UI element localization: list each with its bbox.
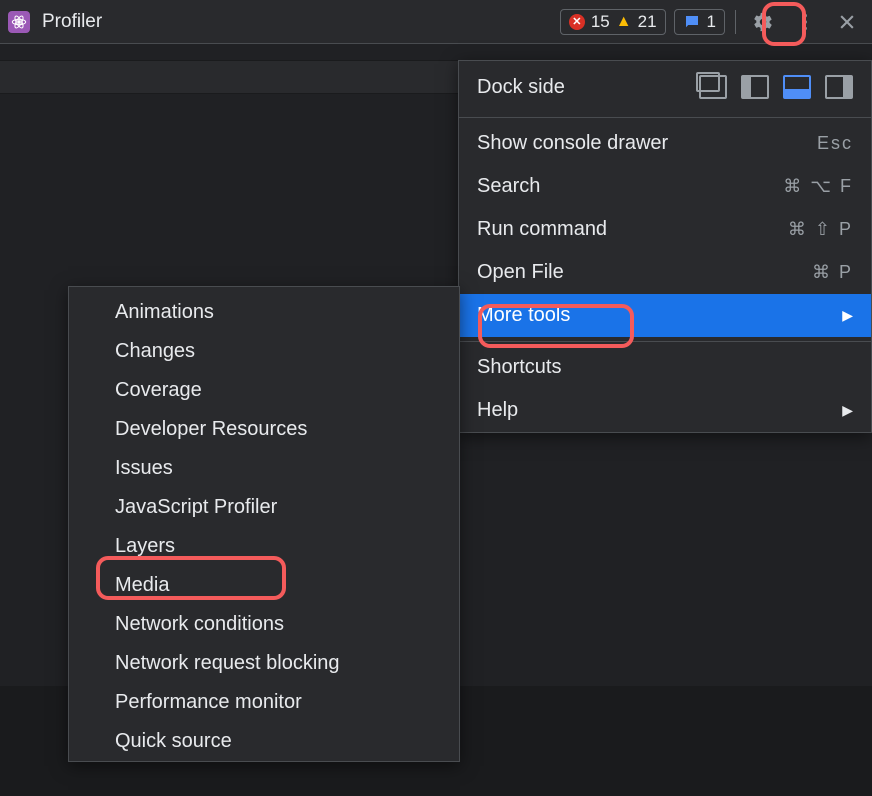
main-menu: Dock side Show console drawer Esc Search… <box>458 60 872 433</box>
menu-item-run-command[interactable]: Run command ⌘ ⇧ P <box>459 208 871 251</box>
submenu-item-network-conditions[interactable]: Network conditions <box>69 605 459 644</box>
message-count: 1 <box>707 12 716 32</box>
submenu-label: Network conditions <box>115 613 284 635</box>
menu-separator <box>459 341 871 342</box>
warning-count: 21 <box>638 12 657 32</box>
active-tab-label[interactable]: Profiler <box>38 11 102 33</box>
submenu-label: Changes <box>115 340 195 362</box>
submenu-item-performance-monitor[interactable]: Performance monitor <box>69 683 459 722</box>
submenu-caret-icon: ▶ <box>842 402 853 419</box>
dock-right-button[interactable] <box>825 75 853 99</box>
warning-icon: ▲ <box>616 13 632 31</box>
menu-separator <box>459 117 871 118</box>
menu-shortcut: ⌘ ⌥ F <box>783 176 853 197</box>
menu-shortcut: ⌘ P <box>812 262 853 283</box>
menu-item-search[interactable]: Search ⌘ ⌥ F <box>459 165 871 208</box>
menu-item-help[interactable]: Help ▶ <box>459 389 871 432</box>
submenu-item-developer-resources[interactable]: Developer Resources <box>69 410 459 449</box>
messages-badge[interactable]: 1 <box>674 9 725 35</box>
submenu-item-javascript-profiler[interactable]: JavaScript Profiler <box>69 488 459 527</box>
settings-button[interactable] <box>746 5 780 39</box>
menu-item-show-console-drawer[interactable]: Show console drawer Esc <box>459 122 871 165</box>
dock-side-row: Dock side <box>459 61 871 113</box>
menu-shortcut: Esc <box>817 133 853 154</box>
submenu-label: Coverage <box>115 379 202 401</box>
submenu-item-layers[interactable]: Layers <box>69 527 459 566</box>
submenu-item-animations[interactable]: Animations <box>69 293 459 332</box>
message-icon <box>683 13 701 31</box>
submenu-item-coverage[interactable]: Coverage <box>69 371 459 410</box>
menu-label: Search <box>477 175 540 198</box>
menu-label: Run command <box>477 218 607 241</box>
menu-item-more-tools[interactable]: More tools ▶ <box>459 294 871 337</box>
submenu-label: Network request blocking <box>115 652 340 674</box>
toolbar-divider <box>735 10 736 34</box>
submenu-label: Issues <box>115 457 173 479</box>
submenu-item-quick-source[interactable]: Quick source <box>69 722 459 761</box>
error-icon: ✕ <box>569 14 585 30</box>
menu-item-open-file[interactable]: Open File ⌘ P <box>459 251 871 294</box>
dock-left-button[interactable] <box>741 75 769 99</box>
menu-label: Shortcuts <box>477 356 561 379</box>
submenu-item-issues[interactable]: Issues <box>69 449 459 488</box>
menu-item-shortcuts[interactable]: Shortcuts <box>459 346 871 389</box>
more-tools-submenu: Animations Changes Coverage Developer Re… <box>68 286 460 762</box>
submenu-label: Media <box>115 574 169 596</box>
submenu-label: Performance monitor <box>115 691 302 713</box>
kebab-menu-button[interactable] <box>788 5 822 39</box>
menu-label: Open File <box>477 261 564 284</box>
menu-label: Dock side <box>477 76 565 99</box>
app-icon <box>8 11 30 33</box>
submenu-item-media[interactable]: Media <box>69 566 459 605</box>
submenu-label: Animations <box>115 301 214 323</box>
menu-label: Help <box>477 399 518 422</box>
menu-label: Show console drawer <box>477 132 668 155</box>
dock-bottom-button[interactable] <box>783 75 811 99</box>
dock-undock-button[interactable] <box>699 75 727 99</box>
submenu-item-changes[interactable]: Changes <box>69 332 459 371</box>
submenu-label: Layers <box>115 535 175 557</box>
console-issues-badge[interactable]: ✕ 15 ▲ 21 <box>560 9 666 35</box>
submenu-item-network-request-blocking[interactable]: Network request blocking <box>69 644 459 683</box>
devtools-toolbar: Profiler ✕ 15 ▲ 21 1 <box>0 0 872 44</box>
close-devtools-button[interactable] <box>830 5 864 39</box>
submenu-label: Developer Resources <box>115 418 307 440</box>
submenu-caret-icon: ▶ <box>842 307 853 324</box>
menu-shortcut: ⌘ ⇧ P <box>788 219 853 240</box>
submenu-label: JavaScript Profiler <box>115 496 277 518</box>
menu-label: More tools <box>477 304 570 327</box>
submenu-label: Quick source <box>115 730 232 752</box>
error-count: 15 <box>591 12 610 32</box>
